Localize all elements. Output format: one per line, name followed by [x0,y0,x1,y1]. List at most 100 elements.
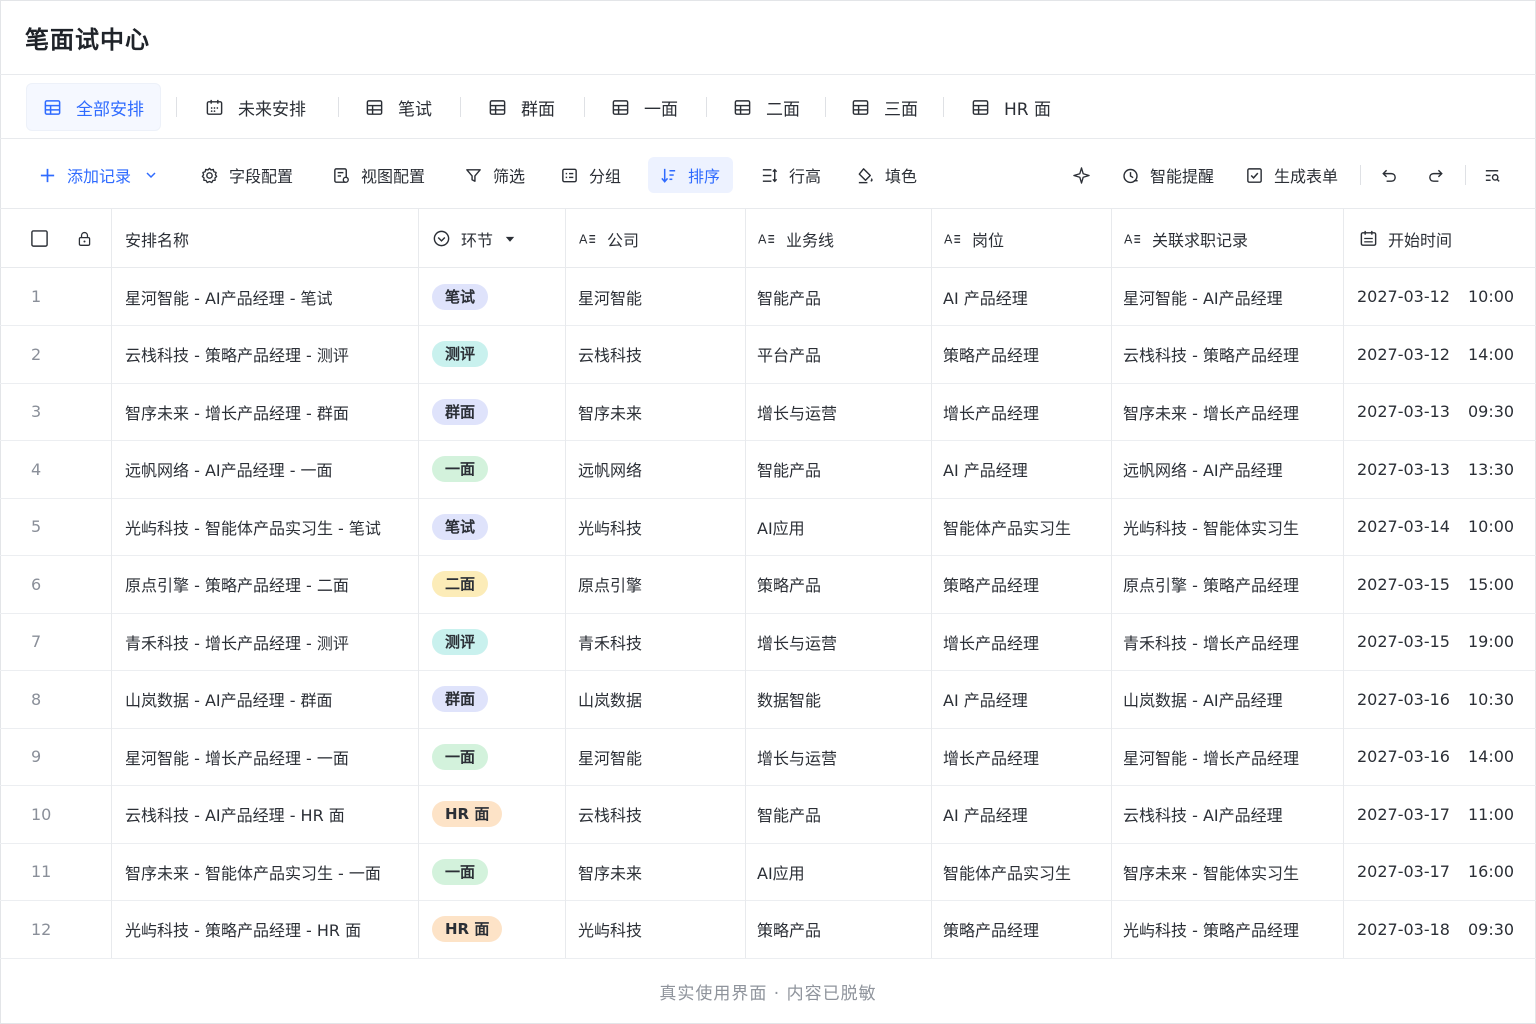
table-row[interactable]: 8 山岚数据 - AI产品经理 - 群面 群面 山岚数据 数据智能 AI 产品经理 山岚数据… [0,671,1536,729]
row-number[interactable]: 8 [31,671,41,728]
tab-first-interview[interactable]: 一面 [611,83,678,131]
table-row[interactable]: 10 云栈科技 - AI产品经理 - HR 面 HR 面 云栈科技 智能产品 AI 产品经… [0,786,1536,844]
business-line-cell[interactable]: 平台产品 [757,326,821,383]
start-date-cell[interactable]: 2027-03-15 [1357,613,1450,670]
table-row[interactable]: 1 星河智能 - AI产品经理 - 笔试 笔试 星河智能 智能产品 AI 产品经理 星河智能… [0,268,1536,326]
table-row[interactable]: 12 光屿科技 - 策略产品经理 - HR 面 HR 面 光屿科技 策略产品 策略产品经理… [0,901,1536,959]
row-number[interactable]: 2 [31,326,41,383]
arrangement-name-cell[interactable]: 原点引擎 - 策略产品经理 - 二面 [125,556,349,613]
business-line-cell[interactable]: 增长与运营 [757,728,837,785]
arrangement-name-cell[interactable]: 云栈科技 - 策略产品经理 - 测评 [125,326,349,383]
column-header-business-line[interactable]: A 业务线 [757,209,834,268]
fill-color-button[interactable]: 填色 [856,157,917,193]
related-record-cell[interactable]: 云栈科技 - 策略产品经理 [1123,326,1299,383]
start-time-cell[interactable]: 14:00 [1468,728,1514,785]
position-cell[interactable]: 智能体产品实习生 [943,498,1071,555]
table-row[interactable]: 3 智序未来 - 增长产品经理 - 群面 群面 智序未来 增长与运营 增长产品经理 智序未来… [0,383,1536,441]
position-cell[interactable]: 增长产品经理 [943,383,1039,440]
arrangement-name-cell[interactable]: 星河智能 - AI产品经理 - 笔试 [125,268,333,325]
stage-cell[interactable]: 一面 [432,728,489,785]
business-line-cell[interactable]: 增长与运营 [757,613,837,670]
sort-button[interactable]: 排序 [648,157,734,193]
row-number[interactable]: 3 [31,383,41,440]
start-date-cell[interactable]: 2027-03-17 [1357,786,1450,843]
search-records-button[interactable] [1483,157,1502,193]
row-number[interactable]: 12 [31,901,51,958]
table-row[interactable]: 2 云栈科技 - 策略产品经理 - 测评 测评 云栈科技 平台产品 策略产品经理 云栈科技 … [0,326,1536,384]
smart-reminder-button[interactable]: 智能提醒 [1121,157,1214,193]
related-record-cell[interactable]: 山岚数据 - AI产品经理 [1123,671,1283,728]
arrangement-name-cell[interactable]: 云栈科技 - AI产品经理 - HR 面 [125,786,345,843]
start-time-cell[interactable]: 11:00 [1468,786,1514,843]
stage-cell[interactable]: 群面 [432,671,489,728]
tab-group-interview[interactable]: 群面 [488,83,555,131]
stage-cell[interactable]: HR 面 [432,901,503,958]
stage-cell[interactable]: 测评 [432,326,489,383]
tab-future-arrangements[interactable]: 未来安排 [205,83,306,131]
tab-second-interview[interactable]: 二面 [733,83,800,131]
generate-form-button[interactable]: 生成表单 [1245,157,1338,193]
company-cell[interactable]: 青禾科技 [578,613,642,670]
row-number[interactable]: 4 [31,441,41,498]
business-line-cell[interactable]: 智能产品 [757,268,821,325]
row-number[interactable]: 5 [31,498,41,555]
start-time-cell[interactable]: 16:00 [1468,843,1514,900]
arrangement-name-cell[interactable]: 青禾科技 - 增长产品经理 - 测评 [125,613,349,670]
tab-hr-interview[interactable]: HR 面 [971,83,1051,131]
position-cell[interactable]: 策略产品经理 [943,326,1039,383]
table-row[interactable]: 6 原点引擎 - 策略产品经理 - 二面 二面 原点引擎 策略产品 策略产品经理 原点引擎 … [0,556,1536,614]
stage-cell[interactable]: HR 面 [432,786,503,843]
start-date-cell[interactable]: 2027-03-17 [1357,843,1450,900]
row-number[interactable]: 10 [31,786,51,843]
business-line-cell[interactable]: 数据智能 [757,671,821,728]
table-row[interactable]: 7 青禾科技 - 增长产品经理 - 测评 测评 青禾科技 增长与运营 增长产品经理 青禾科技… [0,613,1536,671]
stage-cell[interactable]: 笔试 [432,498,489,555]
position-cell[interactable]: AI 产品经理 [943,786,1028,843]
arrangement-name-cell[interactable]: 智序未来 - 智能体产品实习生 - 一面 [125,843,381,900]
start-time-cell[interactable]: 14:00 [1468,326,1514,383]
arrangement-name-cell[interactable]: 山岚数据 - AI产品经理 - 群面 [125,671,333,728]
row-number[interactable]: 7 [31,613,41,670]
row-height-button[interactable]: 行高 [760,157,821,193]
start-time-cell[interactable]: 10:30 [1468,671,1514,728]
start-time-cell[interactable]: 10:00 [1468,498,1514,555]
view-config-button[interactable]: 视图配置 [332,157,425,193]
redo-button[interactable] [1427,157,1446,193]
start-time-cell[interactable]: 09:30 [1468,901,1514,958]
start-date-cell[interactable]: 2027-03-16 [1357,728,1450,785]
start-time-cell[interactable]: 13:30 [1468,441,1514,498]
position-cell[interactable]: 策略产品经理 [943,901,1039,958]
related-record-cell[interactable]: 光屿科技 - 策略产品经理 [1123,901,1299,958]
company-cell[interactable]: 星河智能 [578,268,642,325]
related-record-cell[interactable]: 云栈科技 - AI产品经理 [1123,786,1283,843]
start-time-cell[interactable]: 09:30 [1468,383,1514,440]
start-date-cell[interactable]: 2027-03-16 [1357,671,1450,728]
add-record-button[interactable]: 添加记录 [38,157,159,193]
row-number[interactable]: 1 [31,268,41,325]
stage-cell[interactable]: 二面 [432,556,489,613]
column-header-name[interactable]: 安排名称 [125,209,189,268]
start-time-cell[interactable]: 15:00 [1468,556,1514,613]
related-record-cell[interactable]: 光屿科技 - 智能体实习生 [1123,498,1299,555]
column-header-position[interactable]: A 岗位 [943,209,1004,268]
business-line-cell[interactable]: AI应用 [757,843,805,900]
select-all-checkbox[interactable] [30,209,49,268]
ai-sparkle-button[interactable] [1072,157,1091,193]
column-header-related-record[interactable]: A 关联求职记录 [1123,209,1248,268]
table-row[interactable]: 5 光屿科技 - 智能体产品实习生 - 笔试 笔试 光屿科技 AI应用 智能体产品实习生光… [0,498,1536,556]
tab-all-arrangements[interactable]: 全部安排 [26,83,161,131]
start-date-cell[interactable]: 2027-03-12 [1357,326,1450,383]
business-line-cell[interactable]: 智能产品 [757,441,821,498]
start-date-cell[interactable]: 2027-03-14 [1357,498,1450,555]
start-time-cell[interactable]: 19:00 [1468,613,1514,670]
start-date-cell[interactable]: 2027-03-15 [1357,556,1450,613]
company-cell[interactable]: 智序未来 [578,843,642,900]
stage-cell[interactable]: 一面 [432,441,489,498]
stage-cell[interactable]: 一面 [432,843,489,900]
undo-button[interactable] [1379,157,1398,193]
related-record-cell[interactable]: 青禾科技 - 增长产品经理 [1123,613,1299,670]
business-line-cell[interactable]: 增长与运营 [757,383,837,440]
field-config-button[interactable]: 字段配置 [200,157,293,193]
position-cell[interactable]: AI 产品经理 [943,441,1028,498]
position-cell[interactable]: AI 产品经理 [943,268,1028,325]
